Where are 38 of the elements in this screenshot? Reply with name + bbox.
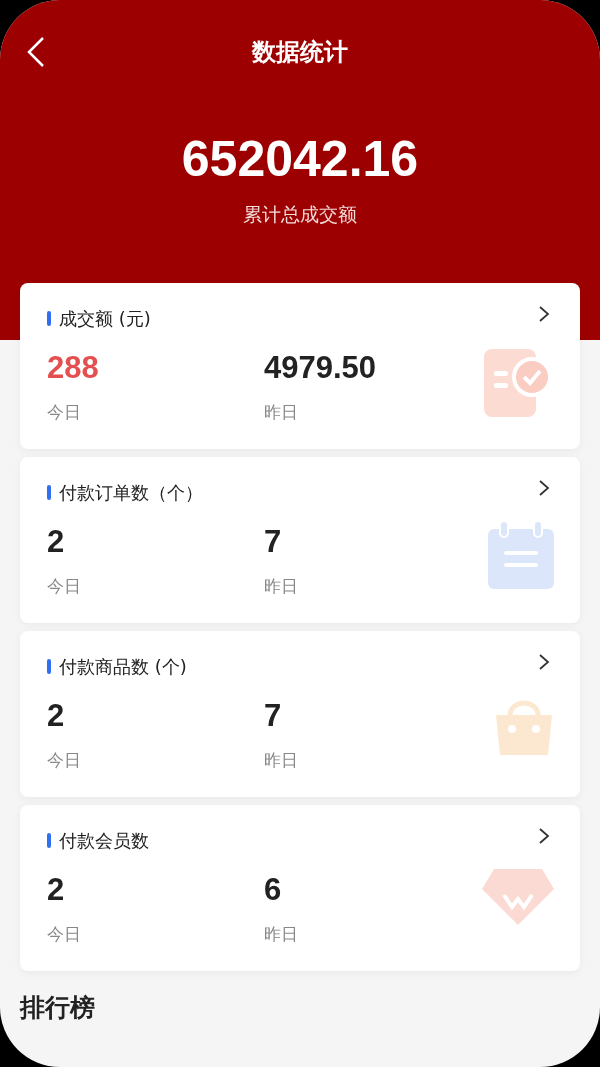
stat-value: 6 xyxy=(264,870,283,909)
title-marker xyxy=(47,832,51,848)
gem-icon xyxy=(480,866,556,927)
page-title: 数据统计 xyxy=(252,36,348,68)
total-amount: 652042.16 xyxy=(181,134,419,184)
stat-label: 今日 xyxy=(47,400,82,424)
stat-value: 288 xyxy=(47,348,100,387)
stat-label: 昨日 xyxy=(264,748,299,772)
card-title: 成交额 (元) xyxy=(59,306,151,331)
stat-label: 昨日 xyxy=(264,922,299,946)
title-marker xyxy=(47,310,51,326)
stat-card[interactable]: 付款会员数 2 今日 6 昨日 xyxy=(20,804,580,971)
stat-value: 4979.50 xyxy=(264,348,378,387)
stat-value: 2 xyxy=(47,870,66,909)
stat-label: 今日 xyxy=(47,574,82,598)
stat-label: 昨日 xyxy=(264,400,299,424)
chevron-right-icon[interactable] xyxy=(538,652,550,671)
chevron-right-icon[interactable] xyxy=(538,826,550,845)
stat-value: 7 xyxy=(264,696,283,735)
stat-card[interactable]: 付款商品数 (个) 2 今日 7 昨日 xyxy=(20,630,580,797)
stat-value: 2 xyxy=(47,522,66,561)
stat-card[interactable]: 成交额 (元) 288 今日 4979.50 昨日 xyxy=(20,282,580,449)
stat-label: 昨日 xyxy=(264,574,299,598)
stat-label: 今日 xyxy=(47,922,82,946)
section-title: 排行榜 xyxy=(20,992,95,1022)
card-title: 付款订单数（个） xyxy=(59,480,203,505)
total-label: 累计总成交额 xyxy=(243,202,357,227)
stat-value: 2 xyxy=(47,696,66,735)
title-marker xyxy=(47,484,51,500)
card-title: 付款会员数 xyxy=(59,828,149,853)
chevron-right-icon[interactable] xyxy=(538,304,550,323)
stat-card[interactable]: 付款订单数（个） 2 今日 7 昨日 xyxy=(20,456,580,623)
chevron-right-icon[interactable] xyxy=(538,478,550,497)
stat-label: 今日 xyxy=(47,748,82,772)
back-icon[interactable] xyxy=(26,36,46,68)
title-marker xyxy=(47,658,51,674)
card-title: 付款商品数 (个) xyxy=(59,654,187,679)
stat-value: 7 xyxy=(264,522,283,561)
